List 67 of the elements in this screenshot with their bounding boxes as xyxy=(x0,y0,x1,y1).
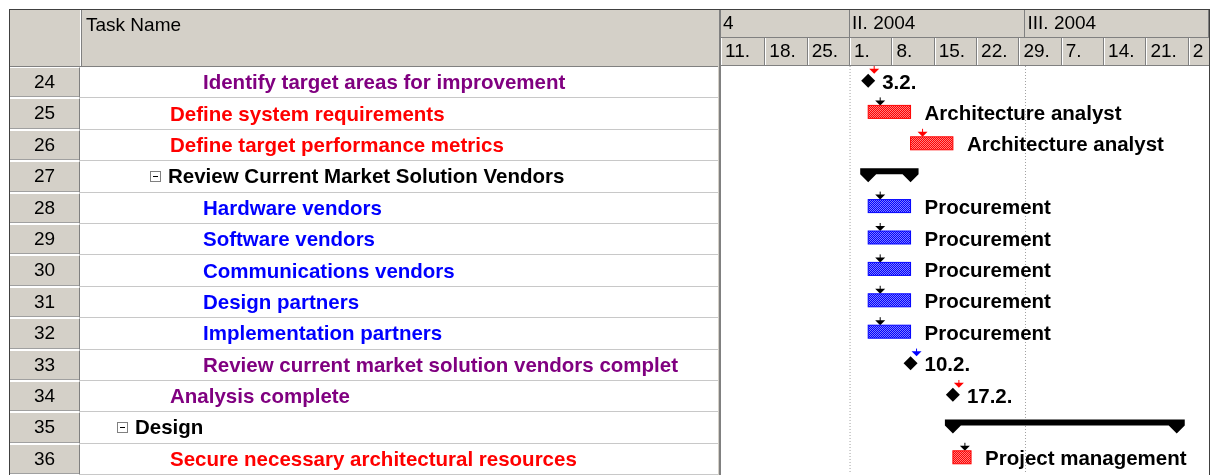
week-header: 1. xyxy=(850,38,893,65)
task-name: Hardware vendors xyxy=(203,195,382,220)
collapse-icon[interactable] xyxy=(117,422,128,433)
row-number[interactable]: 25 xyxy=(10,98,80,130)
task-name: Review Current Market Solution Vendors xyxy=(168,164,565,189)
summary-bar[interactable] xyxy=(860,168,919,183)
row-number[interactable]: 31 xyxy=(10,286,80,319)
week-header: 15. xyxy=(934,38,978,65)
milestone-diamond[interactable] xyxy=(945,387,960,402)
bar-label: Procurement xyxy=(924,226,1051,250)
week-header: 18. xyxy=(765,38,808,65)
row-number[interactable]: 36 xyxy=(10,443,80,475)
week-header: 21. xyxy=(1146,38,1189,65)
week-header: 2 xyxy=(1188,38,1209,65)
milestone-diamond[interactable] xyxy=(861,73,876,88)
milestone-diamond[interactable] xyxy=(903,356,918,371)
row-number[interactable]: 30 xyxy=(10,255,80,287)
month-header: II. 2004 xyxy=(850,10,1026,37)
task-name: Identify target areas for improvement xyxy=(203,70,566,95)
task-bar[interactable] xyxy=(867,324,912,339)
week-header: 11. xyxy=(721,38,766,65)
week-header: 25. xyxy=(807,38,851,65)
bar-label: 10.2. xyxy=(924,352,971,376)
bar-label: 17.2. xyxy=(966,383,1013,407)
month-header: III. 2004 xyxy=(1025,10,1209,37)
bar-label: Project management xyxy=(985,446,1187,470)
bar-label: 3.2. xyxy=(882,69,917,93)
row-number[interactable]: 32 xyxy=(10,318,80,350)
month-header: 4 xyxy=(721,10,851,37)
task-name: Design partners xyxy=(203,289,360,314)
collapse-icon[interactable] xyxy=(150,170,161,182)
task-name: Communications vendors xyxy=(203,258,455,283)
row-number[interactable]: 34 xyxy=(10,380,80,413)
bar-label: Architecture analyst xyxy=(924,101,1122,125)
task-bar[interactable] xyxy=(867,230,912,245)
week-header: 14. xyxy=(1104,38,1147,65)
task-name: Review current market solution vendors complet xyxy=(203,352,679,377)
row-number[interactable]: 27 xyxy=(10,161,80,193)
bar-label: Procurement xyxy=(924,289,1051,313)
week-header: 22. xyxy=(977,38,1020,65)
task-name: Define target performance metrics xyxy=(170,132,504,157)
task-name: Design xyxy=(135,415,204,440)
task-bar[interactable] xyxy=(867,104,912,119)
task-bar[interactable] xyxy=(867,199,912,214)
week-header: 8. xyxy=(892,38,935,65)
column-header xyxy=(10,10,81,66)
bar-label: Procurement xyxy=(924,195,1051,219)
row-number[interactable]: 35 xyxy=(10,412,80,444)
task-name: Analysis complete xyxy=(170,384,350,409)
task-bar[interactable] xyxy=(867,261,912,276)
bar-label: Procurement xyxy=(924,258,1051,282)
task-name: Software vendors xyxy=(203,227,376,252)
task-name: Implementation partners xyxy=(203,321,443,346)
task-name: Secure necessary architectural resources xyxy=(170,446,577,471)
week-header: 7. xyxy=(1061,38,1105,65)
task-name: Define system requirements xyxy=(170,101,445,126)
row-number[interactable]: 28 xyxy=(10,192,80,224)
week-header: 29. xyxy=(1019,38,1062,65)
task-bar[interactable] xyxy=(867,293,912,308)
row-number[interactable]: 33 xyxy=(10,349,80,381)
bar-label: Architecture analyst xyxy=(966,132,1164,156)
summary-bar[interactable] xyxy=(944,419,1185,434)
row-number[interactable]: 29 xyxy=(10,223,80,256)
column-header[interactable]: Task Name xyxy=(81,10,718,66)
bar-label: Procurement xyxy=(924,320,1051,344)
row-number[interactable]: 24 xyxy=(10,67,80,99)
row-number[interactable]: 26 xyxy=(10,129,80,162)
